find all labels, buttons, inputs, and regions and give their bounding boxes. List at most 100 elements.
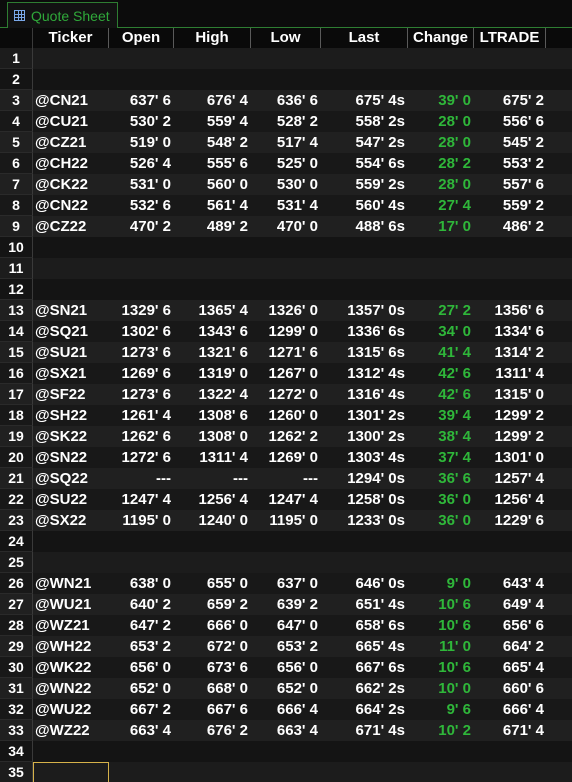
table-row[interactable]: 8 @CN22 532' 6 561' 4 531' 4 560' 4s 27' 4 559'… (0, 195, 572, 216)
cell-ticker[interactable]: @WZ21 (33, 615, 109, 636)
empty-column-cell[interactable] (546, 699, 572, 720)
row-number[interactable]: 6 (0, 153, 33, 174)
cell-high[interactable]: 668' 0 (174, 678, 251, 699)
cell-ltrade[interactable] (474, 552, 546, 573)
cell-ticker[interactable]: @SU22 (33, 489, 109, 510)
cell-change[interactable]: 38' 4 (408, 426, 474, 447)
cell-high[interactable] (174, 531, 251, 552)
cell-change[interactable]: 28' 0 (408, 111, 474, 132)
cell-open[interactable]: 532' 6 (109, 195, 174, 216)
tab-quote-sheet[interactable]: Quote Sheet (7, 2, 118, 28)
row-number[interactable]: 13 (0, 300, 33, 321)
row-number[interactable]: 29 (0, 636, 33, 657)
cell-ticker[interactable] (33, 69, 109, 90)
cell-low[interactable]: 1267' 0 (251, 363, 321, 384)
cell-last[interactable]: 651' 4s (321, 594, 408, 615)
cell-low[interactable]: 1247' 4 (251, 489, 321, 510)
cell-open[interactable]: 530' 2 (109, 111, 174, 132)
row-number[interactable]: 2 (0, 69, 33, 90)
empty-column-cell[interactable] (546, 384, 572, 405)
row-number[interactable]: 8 (0, 195, 33, 216)
cell-last[interactable] (321, 237, 408, 258)
empty-column-cell[interactable] (546, 321, 572, 342)
cell-ltrade[interactable]: 666' 4 (474, 699, 546, 720)
cell-last[interactable]: 1294' 0s (321, 468, 408, 489)
table-row[interactable]: 3 @CN21 637' 6 676' 4 636' 6 675' 4s 39' 0 675'… (0, 90, 572, 111)
cell-change[interactable]: 34' 0 (408, 321, 474, 342)
cell-open[interactable]: 526' 4 (109, 153, 174, 174)
table-row[interactable]: 28 @WZ21 647' 2 666' 0 647' 0 658' 6s 10' 6 656… (0, 615, 572, 636)
empty-column-cell[interactable] (546, 573, 572, 594)
table-row[interactable]: 34 (0, 741, 572, 762)
row-number[interactable]: 3 (0, 90, 33, 111)
cell-high[interactable]: 560' 0 (174, 174, 251, 195)
cell-ltrade[interactable]: 1229' 6 (474, 510, 546, 531)
cell-open[interactable]: 656' 0 (109, 657, 174, 678)
cell-ticker[interactable] (33, 552, 109, 573)
cell-open[interactable]: 470' 2 (109, 216, 174, 237)
cell-last[interactable]: 547' 2s (321, 132, 408, 153)
cell-open[interactable]: 1247' 4 (109, 489, 174, 510)
row-number[interactable]: 33 (0, 720, 33, 741)
cell-open[interactable] (109, 237, 174, 258)
table-row[interactable]: 29 @WH22 653' 2 672' 0 653' 2 665' 4s 11' 0 664… (0, 636, 572, 657)
cell-open[interactable]: 663' 4 (109, 720, 174, 741)
cell-change[interactable]: 27' 4 (408, 195, 474, 216)
cell-ticker[interactable]: @SQ22 (33, 468, 109, 489)
cell-high[interactable]: 555' 6 (174, 153, 251, 174)
table-row[interactable]: 22 @SU22 1247' 4 1256' 4 1247' 4 1258' 0s 36' … (0, 489, 572, 510)
cell-ticker[interactable] (33, 258, 109, 279)
cell-high[interactable]: 548' 2 (174, 132, 251, 153)
empty-column-cell[interactable] (546, 657, 572, 678)
cell-ticker[interactable]: @SQ21 (33, 321, 109, 342)
table-row[interactable]: 4 @CU21 530' 2 559' 4 528' 2 558' 2s 28' 0 556'… (0, 111, 572, 132)
cell-last[interactable] (321, 531, 408, 552)
cell-change[interactable]: 10' 6 (408, 657, 474, 678)
cell-last[interactable]: 1301' 2s (321, 405, 408, 426)
empty-column-cell[interactable] (546, 741, 572, 762)
row-number[interactable]: 35 (0, 762, 33, 782)
cell-change[interactable]: 28' 0 (408, 132, 474, 153)
table-row[interactable]: 21 @SQ22 --- --- --- 1294' 0s 36' 6 1257' 4 (0, 468, 572, 489)
cell-ticker[interactable]: @SN22 (33, 447, 109, 468)
cell-change[interactable]: 41' 4 (408, 342, 474, 363)
empty-column-cell[interactable] (546, 153, 572, 174)
table-row[interactable]: 15 @SU21 1273' 6 1321' 6 1271' 6 1315' 6s 41' … (0, 342, 572, 363)
cell-last[interactable]: 554' 6s (321, 153, 408, 174)
row-number[interactable]: 14 (0, 321, 33, 342)
cell-low[interactable]: 637' 0 (251, 573, 321, 594)
cell-open[interactable]: 1302' 6 (109, 321, 174, 342)
cell-ticker[interactable]: @SF22 (33, 384, 109, 405)
cell-high[interactable] (174, 552, 251, 573)
cell-change[interactable]: 10' 2 (408, 720, 474, 741)
table-row[interactable]: 6 @CH22 526' 4 555' 6 525' 0 554' 6s 28' 2 553'… (0, 153, 572, 174)
cell-high[interactable]: 561' 4 (174, 195, 251, 216)
table-row[interactable]: 19 @SK22 1262' 6 1308' 0 1262' 2 1300' 2s 38' … (0, 426, 572, 447)
cell-change[interactable]: 37' 4 (408, 447, 474, 468)
cell-ltrade[interactable]: 660' 6 (474, 678, 546, 699)
cell-high[interactable]: --- (174, 468, 251, 489)
column-header-ltrade[interactable]: LTRADE (474, 28, 546, 48)
cell-high[interactable]: 673' 6 (174, 657, 251, 678)
cell-low[interactable]: 530' 0 (251, 174, 321, 195)
empty-column-cell[interactable] (546, 279, 572, 300)
cell-open[interactable]: 1262' 6 (109, 426, 174, 447)
cell-change[interactable]: 10' 6 (408, 594, 474, 615)
cell-low[interactable]: 1269' 0 (251, 447, 321, 468)
cell-ltrade[interactable] (474, 258, 546, 279)
cell-low[interactable]: --- (251, 468, 321, 489)
cell-low[interactable]: 1262' 2 (251, 426, 321, 447)
cell-low[interactable]: 653' 2 (251, 636, 321, 657)
cell-ltrade[interactable] (474, 762, 546, 782)
cell-last[interactable]: 1336' 6s (321, 321, 408, 342)
empty-column-cell[interactable] (546, 468, 572, 489)
empty-column-cell[interactable] (546, 552, 572, 573)
cell-high[interactable]: 1240' 0 (174, 510, 251, 531)
cell-low[interactable] (251, 762, 321, 782)
cell-open[interactable] (109, 48, 174, 69)
cell-low[interactable]: 636' 6 (251, 90, 321, 111)
cell-change[interactable]: 17' 0 (408, 216, 474, 237)
cell-last[interactable] (321, 69, 408, 90)
row-number[interactable]: 7 (0, 174, 33, 195)
cell-high[interactable]: 1308' 0 (174, 426, 251, 447)
